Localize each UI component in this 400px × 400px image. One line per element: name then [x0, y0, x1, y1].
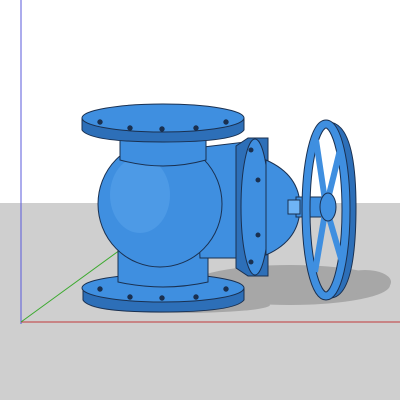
- valve-model[interactable]: [81, 103, 357, 313]
- modeling-viewport[interactable]: [0, 0, 400, 400]
- side-flange[interactable]: [235, 137, 270, 277]
- top-flange[interactable]: [81, 103, 245, 143]
- scene-canvas[interactable]: [0, 0, 400, 400]
